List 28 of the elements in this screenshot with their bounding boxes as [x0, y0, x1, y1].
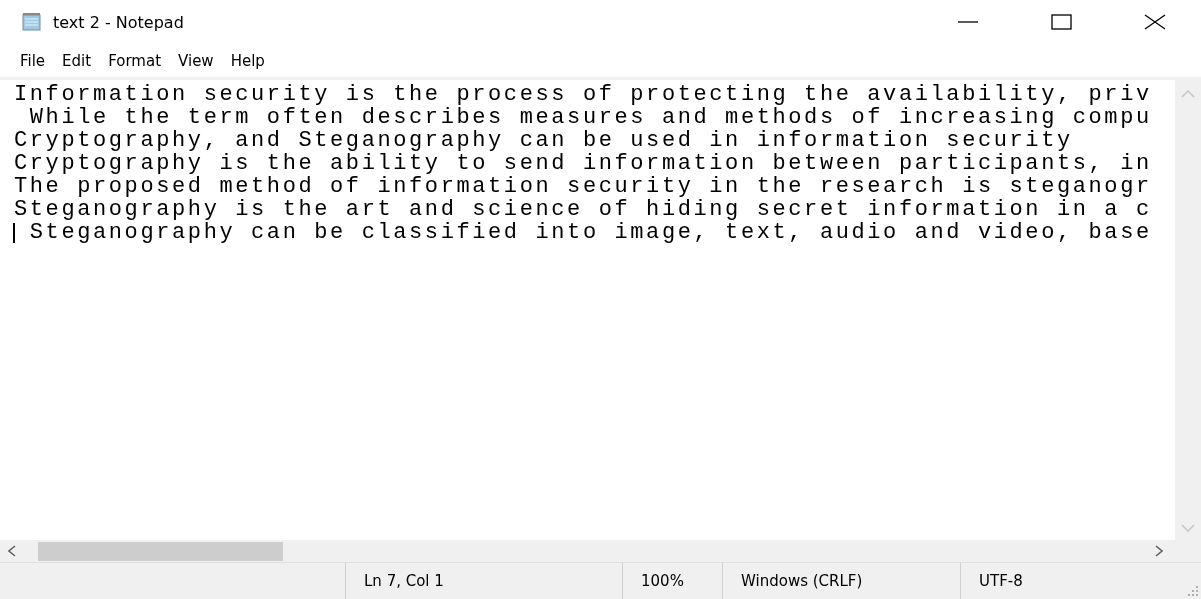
text-line: While the term often describes measures and methods of increasing compu [28, 106, 1152, 129]
close-icon [1143, 14, 1166, 30]
text-line: The proposed method of information security in the research is steganogr [14, 175, 1152, 198]
status-text: 100% [623, 563, 723, 599]
scroll-up-icon [1181, 90, 1195, 98]
menu-item[interactable]: Edit [54, 48, 100, 73]
text-line: Steganography is the art and science of hiding secret information in a c [14, 198, 1152, 221]
text-line: Cryptography is the ability to send information between participants, in [14, 152, 1152, 175]
menu-item[interactable]: File [13, 48, 54, 73]
window-title: text 2 - Notepad [53, 12, 184, 32]
scroll-left-icon [8, 545, 16, 557]
scroll-right-icon [1155, 545, 1163, 557]
notepad-icon [22, 13, 42, 31]
scroll-down-icon [1181, 524, 1195, 532]
text-line: Information security is the process of protecting the availability, priv [14, 83, 1152, 106]
menu-item[interactable]: Help [222, 48, 273, 73]
scrollbar-thumb[interactable] [38, 541, 283, 561]
status-text: Windows (CRLF) [723, 563, 961, 599]
menu-item[interactable]: View [170, 48, 222, 73]
menu-item[interactable]: Format [100, 48, 170, 73]
text-line: Steganography can be classified into image, text, audio and video, base [28, 221, 1152, 244]
minimize-icon [957, 20, 980, 24]
status-text: Ln 7, Col 1 [346, 563, 623, 599]
resize-grip-icon[interactable] [1187, 585, 1199, 597]
text-line: Cryptography, and Steganography can be used in information security [14, 129, 1073, 152]
maximize-icon [1050, 14, 1073, 30]
vertical-scrollbar[interactable] [1175, 80, 1201, 540]
status-text: UTF-8 [978, 571, 1024, 592]
